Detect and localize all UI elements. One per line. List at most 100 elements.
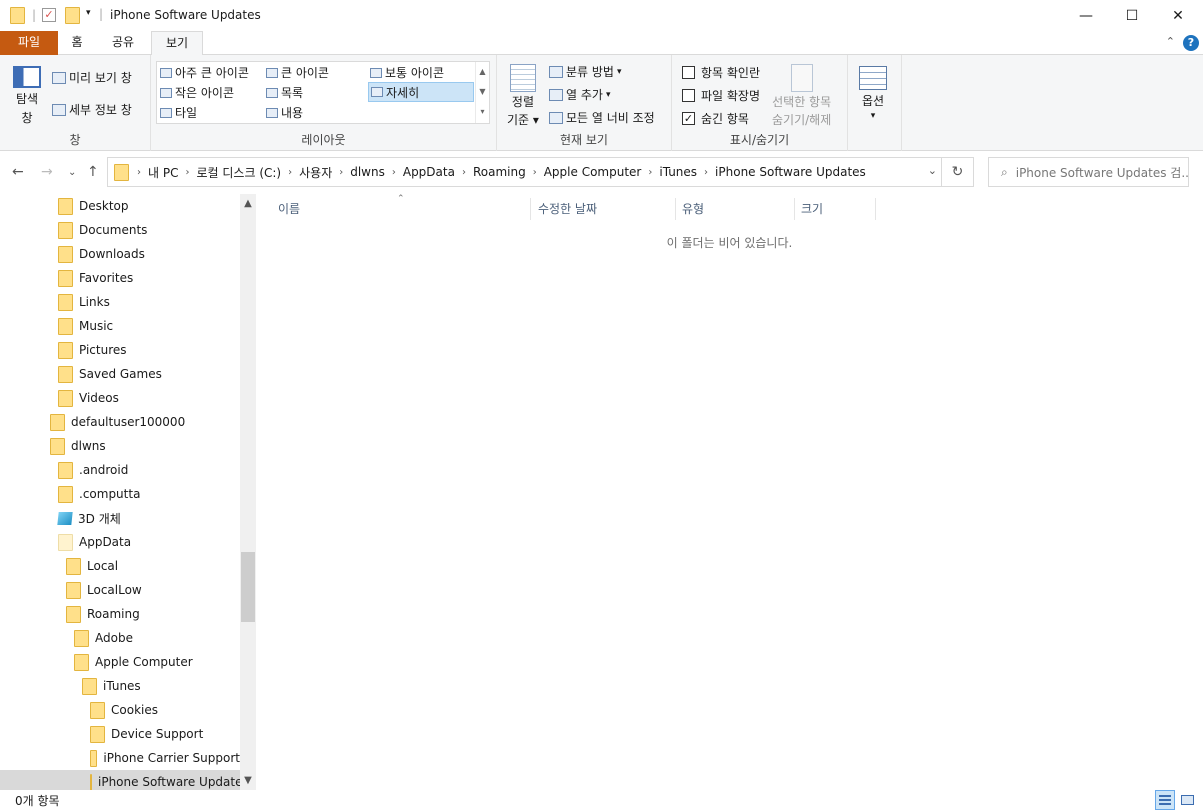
- close-button[interactable]: ✕: [1155, 0, 1201, 31]
- tree-item[interactable]: Apple Computer: [0, 650, 240, 674]
- scroll-down-icon[interactable]: ▼: [240, 775, 256, 786]
- checkbox-checked-icon[interactable]: ✓: [682, 112, 695, 125]
- tree-item[interactable]: dlwns: [0, 434, 240, 458]
- tree-item[interactable]: Device Support: [0, 722, 240, 746]
- tree-item[interactable]: 3D 개체: [0, 506, 240, 530]
- chevron-right-icon[interactable]: ›: [135, 167, 143, 178]
- tree-item[interactable]: iPhone Carrier Support: [0, 746, 240, 770]
- tree-item[interactable]: Downloads: [0, 242, 240, 266]
- breadcrumb-item[interactable]: 로컬 디스크 (C:): [191, 164, 286, 181]
- scroll-up-icon[interactable]: ▲: [240, 198, 256, 209]
- tree-item[interactable]: Local: [0, 554, 240, 578]
- tree-item[interactable]: Favorites: [0, 266, 240, 290]
- back-arrow-icon[interactable]: ←: [12, 164, 24, 180]
- column-header-size[interactable]: 크기: [795, 198, 876, 220]
- up-arrow-icon[interactable]: ↑: [87, 164, 99, 180]
- navigation-pane-button[interactable]: 탐색 창: [13, 66, 41, 126]
- breadcrumb-item[interactable]: dlwns: [345, 165, 390, 179]
- layout-content[interactable]: 내용: [266, 104, 303, 121]
- tree-item[interactable]: Music: [0, 314, 240, 338]
- breadcrumb-item[interactable]: iPhone Software Updates: [710, 165, 871, 179]
- hide-selected-items-button[interactable]: 선택한 항목 숨기기/해제: [772, 64, 831, 128]
- options-button[interactable]: 옵션 ▾: [859, 66, 887, 121]
- tree-scrollbar[interactable]: [240, 194, 256, 790]
- layout-list[interactable]: 목록: [266, 84, 303, 101]
- chevron-right-icon[interactable]: ›: [286, 167, 294, 178]
- column-header-name[interactable]: 이름: [272, 198, 531, 220]
- checkbox-icon[interactable]: [682, 89, 695, 102]
- tab-file[interactable]: 파일: [0, 31, 58, 55]
- sort-by-button[interactable]: 정렬 기준 ▾: [507, 64, 539, 128]
- column-header-date[interactable]: 수정한 날짜: [532, 198, 676, 220]
- properties-icon[interactable]: ✓: [42, 8, 56, 22]
- breadcrumb-item[interactable]: 내 PC: [143, 164, 183, 181]
- group-by-button[interactable]: 분류 방법 ▾: [549, 63, 622, 80]
- details-view-button[interactable]: [1155, 790, 1175, 810]
- tree-item[interactable]: .android: [0, 458, 240, 482]
- tree-item[interactable]: Roaming: [0, 602, 240, 626]
- new-folder-icon[interactable]: [65, 7, 80, 24]
- layout-large-icons[interactable]: 큰 아이콘: [266, 64, 329, 81]
- tab-share[interactable]: 공유: [98, 31, 148, 55]
- tree-item[interactable]: Adobe: [0, 626, 240, 650]
- file-extensions-toggle[interactable]: 파일 확장명: [682, 87, 760, 104]
- tree-item[interactable]: Saved Games: [0, 362, 240, 386]
- tab-view[interactable]: 보기: [151, 31, 203, 56]
- tree-item[interactable]: AppData: [0, 530, 240, 554]
- tree-item[interactable]: LocalLow: [0, 578, 240, 602]
- tree-item-selected[interactable]: iPhone Software Updates: [0, 770, 249, 790]
- tree-item[interactable]: Documents: [0, 218, 240, 242]
- breadcrumb-item[interactable]: 사용자: [294, 164, 337, 181]
- layout-extra-large-icons[interactable]: 아주 큰 아이콘: [160, 64, 249, 81]
- chevron-right-icon[interactable]: ›: [183, 167, 191, 178]
- layout-small-icons[interactable]: 작은 아이콘: [160, 84, 234, 101]
- search-input[interactable]: ⌕ iPhone Software Updates 검...: [988, 157, 1189, 187]
- chevron-up-icon[interactable]: ⌃: [1166, 35, 1175, 48]
- column-header-type[interactable]: 유형: [676, 198, 795, 220]
- 3d-objects-icon: [57, 511, 73, 525]
- layout-medium-icons[interactable]: 보통 아이콘: [370, 64, 444, 81]
- large-icons-view-button[interactable]: [1177, 790, 1197, 810]
- chevron-right-icon[interactable]: ›: [390, 167, 398, 178]
- recent-locations-icon[interactable]: ⌄: [68, 167, 76, 178]
- checkbox-icon[interactable]: [682, 66, 695, 79]
- tree-item[interactable]: Desktop: [0, 194, 240, 218]
- layout-tiles[interactable]: 타일: [160, 104, 197, 121]
- folder-icon: [58, 317, 73, 335]
- address-bar[interactable]: › 내 PC › 로컬 디스크 (C:) › 사용자 › dlwns › App…: [107, 157, 974, 187]
- item-checkboxes-toggle[interactable]: 항목 확인란: [682, 64, 760, 81]
- tree-scrollbar-thumb[interactable]: [241, 552, 255, 622]
- chevron-right-icon[interactable]: ›: [531, 167, 539, 178]
- chevron-right-icon[interactable]: ›: [702, 167, 710, 178]
- tree-item[interactable]: Videos: [0, 386, 240, 410]
- tree-item[interactable]: Cookies: [0, 698, 240, 722]
- tab-home[interactable]: 홈: [58, 31, 96, 55]
- breadcrumb-item[interactable]: iTunes: [654, 165, 702, 179]
- minimize-button[interactable]: —: [1063, 0, 1109, 31]
- help-icon[interactable]: ?: [1183, 35, 1199, 51]
- customize-toolbar-icon[interactable]: ▾: [86, 8, 91, 18]
- add-columns-button[interactable]: 열 추가 ▾: [549, 86, 610, 103]
- chevron-right-icon[interactable]: ›: [646, 167, 654, 178]
- tree-item[interactable]: Links: [0, 290, 240, 314]
- maximize-button[interactable]: ☐: [1109, 0, 1155, 31]
- chevron-right-icon[interactable]: ›: [460, 167, 468, 178]
- preview-pane-button[interactable]: 미리 보기 창: [52, 69, 132, 86]
- tree-item[interactable]: .computta: [0, 482, 240, 506]
- gallery-scrollbar[interactable]: ▲ ▼ ▾: [475, 62, 489, 123]
- chevron-right-icon[interactable]: ›: [337, 167, 345, 178]
- refresh-icon[interactable]: ↻: [941, 158, 973, 186]
- tree-item[interactable]: defaultuser100000: [0, 410, 240, 434]
- breadcrumb-item[interactable]: Roaming: [468, 165, 531, 179]
- forward-arrow-icon[interactable]: →: [41, 164, 53, 180]
- tree-item[interactable]: iTunes: [0, 674, 240, 698]
- breadcrumb-item[interactable]: Apple Computer: [539, 165, 647, 179]
- size-all-columns-button[interactable]: 모든 열 너비 조정: [549, 109, 655, 126]
- layout-details[interactable]: 자세히: [368, 82, 474, 102]
- breadcrumb-item[interactable]: AppData: [398, 165, 460, 179]
- tree-item[interactable]: Pictures: [0, 338, 240, 362]
- hidden-items-toggle[interactable]: ✓ 숨긴 항목: [682, 110, 749, 127]
- folder-icon: [114, 163, 129, 181]
- details-pane-button[interactable]: 세부 정보 창: [52, 101, 132, 118]
- chevron-down-icon[interactable]: ⌄: [928, 164, 937, 177]
